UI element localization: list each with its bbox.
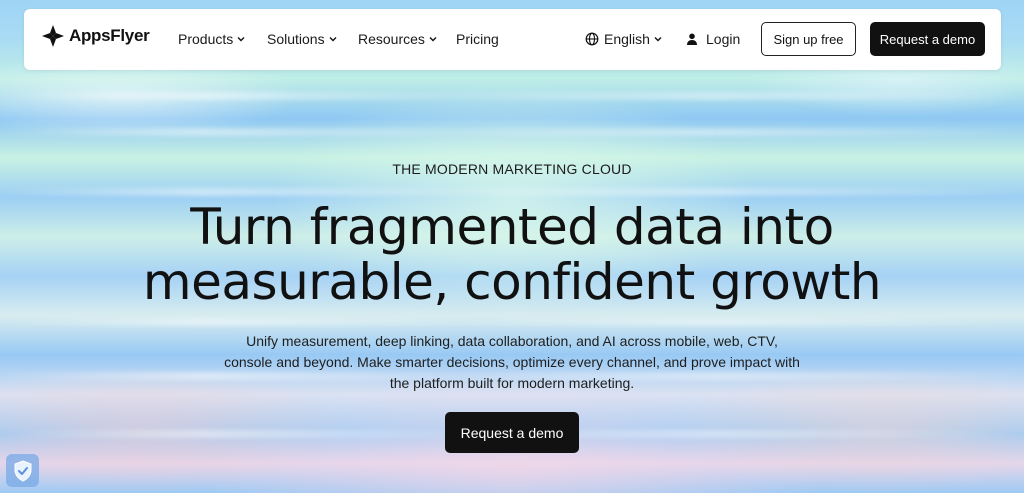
brand-name: AppsFlyer (69, 26, 150, 45)
user-icon (687, 33, 697, 45)
nav-resources[interactable]: Resources (358, 31, 438, 47)
hero-subtext-line-3: the platform built for modern marketing. (389, 375, 635, 391)
nav-solutions-label: Solutions (267, 31, 325, 47)
background-ripple (0, 128, 1024, 136)
nav-request-demo-button[interactable]: Request a demo (870, 22, 985, 56)
globe-icon (585, 32, 599, 46)
signup-button[interactable]: Sign up free (761, 22, 856, 56)
background-ripple (0, 92, 1024, 100)
shield-check-icon (14, 459, 31, 482)
login-link[interactable]: Login (685, 31, 740, 47)
nav-products[interactable]: Products (178, 31, 246, 47)
top-navbar: AppsFlyer Products Solutions Resources P… (24, 9, 1001, 70)
nav-pricing[interactable]: Pricing (456, 31, 499, 47)
hero-headline: Turn fragmented data into measurable, co… (0, 200, 1024, 310)
hero-headline-line-2: measurable, confident growth (142, 253, 882, 311)
privacy-badge[interactable] (6, 454, 39, 487)
nav-pricing-label: Pricing (456, 31, 499, 47)
hero-subtext-line-2: console and beyond. Make smarter decisio… (224, 354, 800, 370)
chevron-down-icon (329, 37, 337, 42)
nav-solutions[interactable]: Solutions (267, 31, 338, 47)
brand-logo[interactable]: AppsFlyer (40, 23, 150, 49)
nav-products-label: Products (178, 31, 234, 47)
hero-subtext-line-1: Unify measurement, deep linking, data co… (246, 333, 778, 349)
background-ripple (0, 188, 1024, 196)
nav-resources-label: Resources (358, 31, 425, 47)
chevron-down-icon (654, 37, 662, 42)
chevron-down-icon (429, 37, 437, 42)
language-selector[interactable]: English (585, 31, 663, 47)
hero-eyebrow: THE MODERN MARKETING CLOUD (392, 161, 632, 177)
hero-headline-line-1: Turn fragmented data into (190, 198, 834, 256)
appsflyer-logo-icon (42, 25, 64, 47)
language-label: English (604, 31, 650, 47)
login-label: Login (706, 31, 741, 47)
chevron-down-icon (237, 37, 245, 42)
hero-subtext: Unify measurement, deep linking, data co… (212, 331, 812, 394)
hero-request-demo-button[interactable]: Request a demo (445, 412, 579, 453)
background-ripple (0, 318, 1024, 326)
